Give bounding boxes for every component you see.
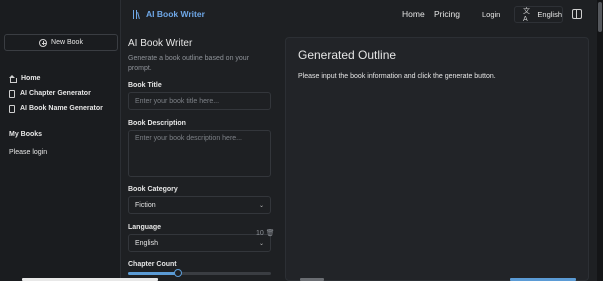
vertical-scrollbar[interactable] [597, 0, 603, 281]
trash-icon[interactable]: 🗑 [266, 230, 275, 237]
language-label: English [537, 10, 562, 19]
new-book-button[interactable]: New Book [4, 34, 118, 51]
book-title-input[interactable]: Enter your book title here... [128, 92, 271, 110]
scrollbar-thumb[interactable] [598, 2, 602, 32]
sidebar-item-label: Home [21, 75, 41, 82]
chapter-count-value: 10 🗑 [256, 230, 275, 237]
language-label: Language [128, 224, 162, 231]
chapter-count-slider-thumb[interactable] [174, 269, 183, 277]
nav-home-link[interactable]: Home [402, 9, 425, 19]
book-category-label: Book Category [128, 186, 178, 193]
sidebar-item-label: AI Book Name Generator [20, 105, 103, 112]
chevron-down-icon: ⌄ [258, 202, 264, 209]
login-button[interactable]: Login [482, 10, 500, 19]
sidebar-item-book-name-generator[interactable]: AI Book Name Generator [9, 101, 103, 116]
book-description-textarea[interactable]: Enter your book description here... [128, 130, 271, 177]
book-icon [9, 104, 15, 113]
logo[interactable]: AI Book Writer [133, 9, 205, 19]
book-description-label: Book Description [128, 120, 186, 127]
home-icon [9, 75, 17, 83]
outline-title: Generated Outline [298, 48, 397, 62]
chapter-count-label: Chapter Count [128, 261, 177, 268]
my-books-heading: My Books [9, 131, 43, 138]
chevron-down-icon: ⌄ [258, 240, 264, 247]
sidebar-toggle-icon[interactable] [572, 9, 582, 19]
translate-icon: 文A [523, 8, 530, 23]
chapter-count-slider-fill [128, 272, 179, 275]
top-bar: AI Book Writer Home Pricing Login 文A Eng… [121, 0, 603, 30]
new-book-label: New Book [51, 39, 83, 46]
language-button[interactable]: 文A English [514, 6, 563, 23]
plus-circle-icon [39, 38, 48, 47]
outline-panel: Generated Outline Please input the book … [285, 37, 589, 281]
sidebar: New Book Home AI Chapter Generator AI Bo… [0, 0, 121, 281]
books-logo-icon [133, 9, 142, 19]
chapter-count-slider[interactable] [128, 269, 271, 277]
app-title: AI Book Writer [146, 9, 205, 19]
book-category-value: Fiction [135, 201, 156, 209]
language-value: English [135, 239, 158, 247]
form-title: AI Book Writer [128, 38, 193, 49]
sidebar-item-home[interactable]: Home [9, 71, 103, 86]
sidebar-item-label: AI Chapter Generator [20, 90, 91, 97]
sidebar-item-chapter-generator[interactable]: AI Chapter Generator [9, 86, 103, 101]
nav-pricing-link[interactable]: Pricing [434, 9, 460, 19]
please-login-text: Please login [9, 149, 48, 156]
outline-message: Please input the book information and cl… [298, 73, 496, 80]
book-title-label: Book Title [128, 82, 162, 89]
form-subtitle: Generate a book outline based on your pr… [128, 55, 250, 72]
sidebar-nav: Home AI Chapter Generator AI Book Name G… [9, 71, 103, 116]
language-select[interactable]: English ⌄ [128, 234, 271, 252]
book-category-select[interactable]: Fiction ⌄ [128, 196, 271, 214]
book-icon [9, 89, 15, 98]
